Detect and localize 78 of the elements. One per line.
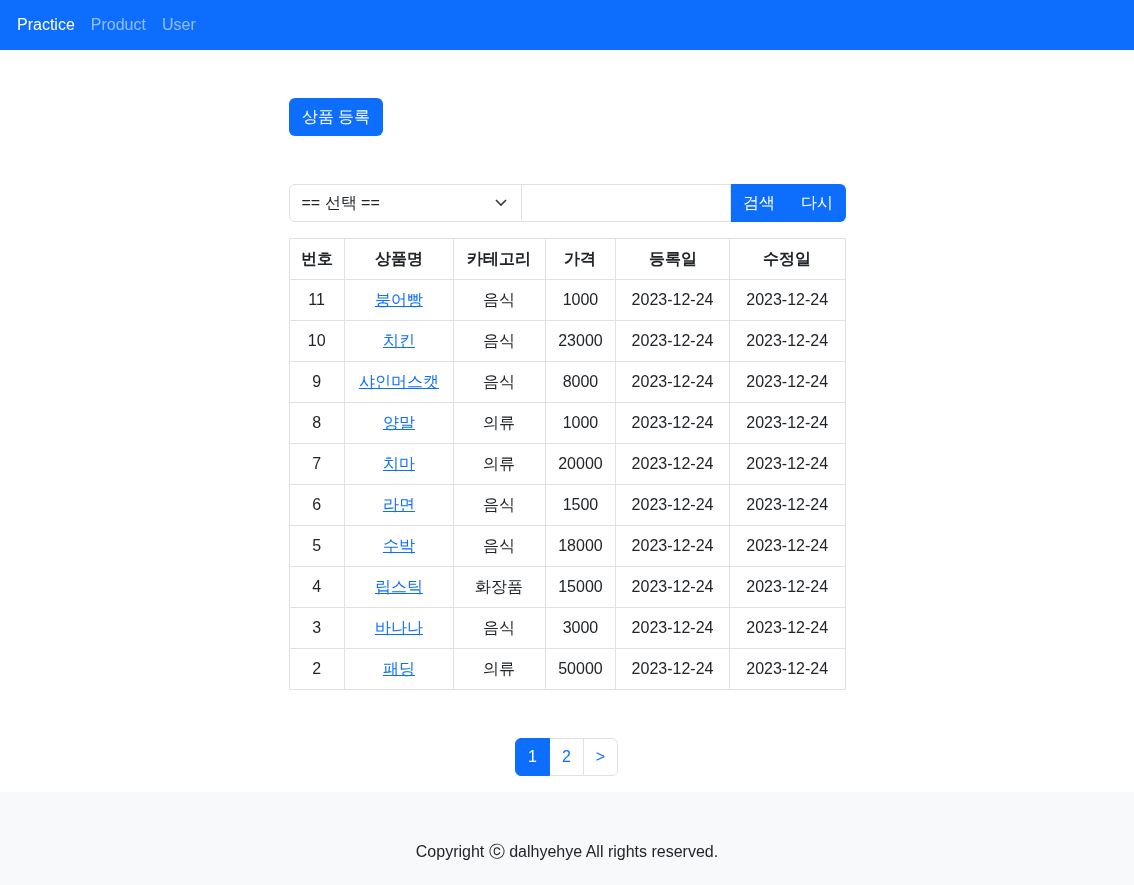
page-button[interactable]: 1 bbox=[514, 738, 550, 776]
nav-link[interactable]: Product bbox=[90, 16, 146, 34]
table-cell: 2023-12-24 bbox=[615, 361, 730, 403]
search-field[interactable] bbox=[521, 184, 731, 222]
product-link[interactable]: 수박 bbox=[382, 536, 415, 554]
table-cell: 2023-12-24 bbox=[729, 566, 845, 608]
table-cell: 의류 bbox=[453, 402, 546, 444]
table-cell: 23000 bbox=[545, 320, 616, 362]
table-cell: 10 bbox=[289, 320, 345, 362]
table-cell: 2023-12-24 bbox=[615, 648, 730, 690]
table-cell: 3 bbox=[289, 607, 345, 649]
table-cell: 2023-12-24 bbox=[729, 525, 845, 567]
brand-link[interactable]: Practice bbox=[17, 16, 75, 34]
table-cell: 2023-12-24 bbox=[729, 402, 845, 444]
table-cell: 2023-12-24 bbox=[729, 607, 845, 649]
reset-button[interactable]: 다시 bbox=[787, 184, 846, 222]
column-header: 번호 bbox=[289, 238, 345, 280]
register-button[interactable]: 상품 등록 bbox=[288, 98, 383, 136]
table-cell: 음식 bbox=[453, 607, 546, 649]
table-cell: 2023-12-24 bbox=[729, 320, 845, 362]
chevron-down-icon bbox=[494, 199, 507, 207]
table-cell: 9 bbox=[289, 361, 345, 403]
product-link[interactable]: 양말 bbox=[382, 413, 415, 431]
table-cell: 7 bbox=[289, 443, 345, 485]
product-link[interactable]: 바나나 bbox=[374, 618, 423, 636]
table-cell: 8 bbox=[289, 402, 345, 444]
nav-link[interactable]: User bbox=[161, 16, 196, 34]
table-cell: 2023-12-24 bbox=[729, 279, 845, 321]
column-header: 상품명 bbox=[344, 238, 454, 280]
table-cell: 2023-12-24 bbox=[615, 484, 730, 526]
table-cell: 2023-12-24 bbox=[615, 402, 730, 444]
table-cell: 4 bbox=[289, 566, 345, 608]
table-cell: 음식 bbox=[453, 484, 546, 526]
table-cell: 8000 bbox=[545, 361, 616, 403]
table-cell: 2023-12-24 bbox=[615, 320, 730, 362]
table-cell: 2023-12-24 bbox=[615, 525, 730, 567]
column-header: 수정일 bbox=[729, 238, 845, 280]
table-cell: 음식 bbox=[453, 320, 546, 362]
table-cell: 5 bbox=[289, 525, 345, 567]
table-cell: 1000 bbox=[545, 402, 616, 444]
table-cell: 2023-12-24 bbox=[729, 361, 845, 403]
table-cell: 화장품 bbox=[453, 566, 546, 608]
table-cell: 11 bbox=[289, 279, 345, 321]
column-header: 가격 bbox=[545, 238, 616, 280]
table-cell: 2 bbox=[289, 648, 345, 690]
table-cell: 15000 bbox=[545, 566, 616, 608]
page-button[interactable]: 2 bbox=[548, 738, 584, 776]
table-cell: 2023-12-24 bbox=[729, 484, 845, 526]
table-cell: 2023-12-24 bbox=[615, 607, 730, 649]
table-cell: 20000 bbox=[545, 443, 616, 485]
product-link[interactable]: 치킨 bbox=[382, 331, 415, 349]
table-cell: 1000 bbox=[545, 279, 616, 321]
page-button[interactable]: > bbox=[582, 738, 619, 776]
table-cell: 1500 bbox=[545, 484, 616, 526]
table-cell: 2023-12-24 bbox=[615, 443, 730, 485]
table-cell: 2023-12-24 bbox=[729, 648, 845, 690]
product-link[interactable]: 패딩 bbox=[382, 659, 415, 677]
table-cell: 음식 bbox=[453, 361, 546, 403]
table-cell: 의류 bbox=[453, 443, 546, 485]
table-cell: 의류 bbox=[453, 648, 546, 690]
table-cell: 음식 bbox=[453, 525, 546, 567]
search-button[interactable]: 검색 bbox=[730, 184, 788, 222]
column-header: 등록일 bbox=[615, 238, 730, 280]
copyright-text: Copyright ⓒ dalhyehye All rights reserved. bbox=[415, 842, 719, 862]
category-select[interactable]: == 선택 == bbox=[288, 184, 522, 222]
table-cell: 18000 bbox=[545, 525, 616, 567]
product-link[interactable]: 붕어빵 bbox=[374, 290, 423, 308]
product-link[interactable]: 립스틱 bbox=[374, 577, 423, 595]
table-cell: 음식 bbox=[453, 279, 546, 321]
column-header: 카테고리 bbox=[453, 238, 546, 280]
table-cell: 2023-12-24 bbox=[729, 443, 845, 485]
product-link[interactable]: 라면 bbox=[382, 495, 415, 513]
table-cell: 3000 bbox=[545, 607, 616, 649]
table-cell: 6 bbox=[289, 484, 345, 526]
product-link[interactable]: 치마 bbox=[382, 454, 415, 472]
table-cell: 2023-12-24 bbox=[615, 279, 730, 321]
table-cell: 2023-12-24 bbox=[615, 566, 730, 608]
table-cell: 50000 bbox=[545, 648, 616, 690]
